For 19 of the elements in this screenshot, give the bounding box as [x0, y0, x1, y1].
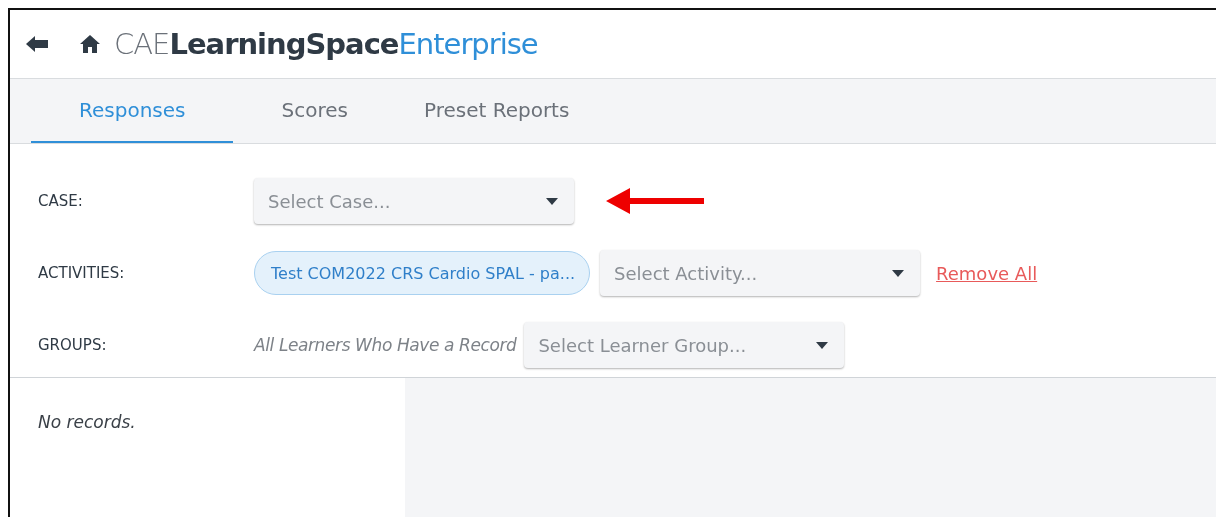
selected-activity-chip[interactable]: Test COM2022 CRS Cardio SPAL - pa...	[254, 251, 591, 295]
tab[interactable]: Preset Reports	[375, 79, 598, 143]
dropdown-field[interactable]: Select Learner Group...	[524, 322, 845, 368]
filter-label: CASE:	[37, 192, 84, 210]
app-logo: CAELearningSpaceEnterprise	[114, 27, 538, 61]
groups-note: All Learners Who Have a Record	[254, 335, 517, 355]
dropdown-field[interactable]: Select Case...	[254, 178, 574, 224]
filter-label: ACTIVITIES:	[37, 264, 126, 282]
caret-icon	[816, 341, 829, 349]
home-icon[interactable]	[80, 35, 100, 53]
filter-label: GROUPS:	[37, 336, 108, 354]
caret-icon	[892, 269, 905, 277]
back-arrow-icon[interactable]	[26, 36, 48, 52]
empty-message: No records.	[38, 412, 136, 432]
remove-all-link[interactable]: Remove All	[936, 262, 1038, 284]
tab[interactable]: Responses	[31, 79, 234, 143]
caret-icon	[546, 197, 558, 205]
tab[interactable]: Scores	[233, 79, 376, 143]
dropdown-field[interactable]: Select Activity...	[600, 250, 921, 296]
